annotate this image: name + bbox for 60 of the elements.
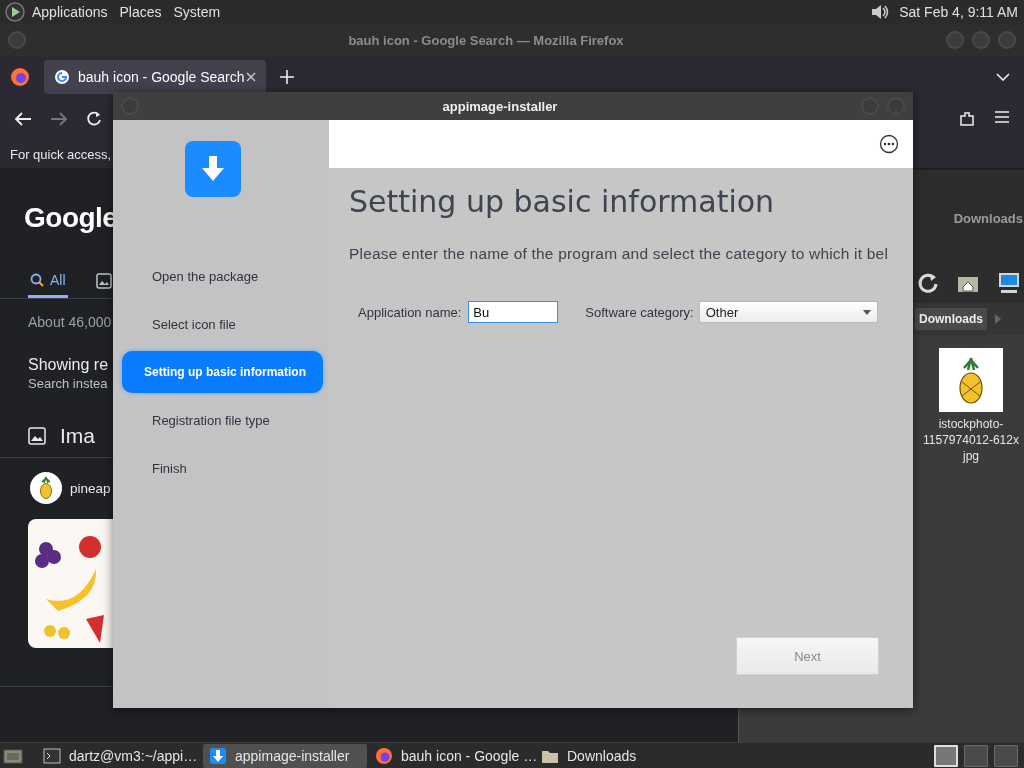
terminal-icon [43,746,61,765]
search-icon [30,272,44,287]
wizard-step[interactable]: Finish [113,444,329,492]
wizard-step[interactable]: Open the package [113,252,329,300]
window-title: appimage-installer [441,98,559,114]
name-input-field[interactable]: Bu [468,301,559,323]
wizard-step[interactable]: Select icon file [113,300,329,348]
workspace-switcher[interactable] [964,744,988,767]
reload-icon[interactable] [86,111,102,127]
taskbar-item[interactable]: Downloads [535,743,699,768]
computer-icon[interactable] [997,272,1021,294]
google-logo[interactable]: Google [24,200,118,236]
clock[interactable]: Sat Feb 4, 9:11 AM [899,4,1018,20]
workspace-switcher[interactable] [994,744,1018,767]
image-thumbnail[interactable] [939,348,1003,412]
menu-item[interactable]: Applications [32,4,108,20]
wizard-step[interactable]: Registration file type [113,396,329,444]
globe-icon [54,69,70,85]
result-stats: About 46,000 [28,313,112,331]
taskbar-item[interactable]: appimage-installer [203,743,367,768]
browser-icon [375,746,393,765]
page-heading: Setting up basic information [349,184,776,220]
image-icon[interactable] [95,273,112,289]
suggestion-chip[interactable]: pineap [70,480,111,496]
pineapple-icon [956,356,986,404]
window-title: bauh icon - Google Search — Mozilla Firefox [347,32,625,48]
breadcrumb-button[interactable]: Downloads [915,308,987,330]
field-label: Application name: [358,304,462,320]
category-dropdown[interactable]: Other [698,301,878,323]
search-tab[interactable]: All [28,264,68,298]
show-desktop-icon[interactable] [3,746,23,765]
pineapple-icon[interactable] [38,476,54,500]
field-label: Software category: [585,304,694,320]
menu-item[interactable]: Places [119,4,162,20]
section-heading: Ima [60,424,95,448]
close-icon[interactable] [246,72,256,82]
extensions-icon[interactable] [958,110,976,128]
menu-item[interactable]: System [173,4,221,20]
file-name[interactable]: istockphoto- 1157974012-612x jpg [923,416,1019,464]
menu-icon[interactable] [994,110,1010,124]
logo-icon[interactable] [5,2,25,22]
bookmarks-hint: For quick access, [10,146,112,162]
caret-icon [862,309,871,315]
download-arrow-icon [200,155,226,183]
tab-title: bauh icon - Google Search [78,69,246,85]
search-instead-link[interactable]: Search instea [28,375,108,393]
browser-icon[interactable] [10,67,30,87]
instructions-text: Please enter the name of the program and select the category to which it bel [349,244,890,264]
forward-arrow-icon[interactable] [50,111,68,127]
window-title: Downloads [953,211,1023,226]
showing-results-text: Showing re [28,355,109,375]
reload-icon[interactable] [917,272,939,294]
image-icon [28,427,46,445]
taskbar-item[interactable]: dartz@vm3:~/appi… [37,743,201,768]
browser-tab[interactable]: bauh icon - Google Search [44,60,266,94]
plus-icon[interactable] [280,70,294,84]
wizard-step[interactable]: Setting up basic information [122,351,323,393]
more-options-icon[interactable] [879,134,899,154]
chevron-down-icon[interactable] [996,73,1010,81]
back-arrow-icon[interactable] [14,111,32,127]
